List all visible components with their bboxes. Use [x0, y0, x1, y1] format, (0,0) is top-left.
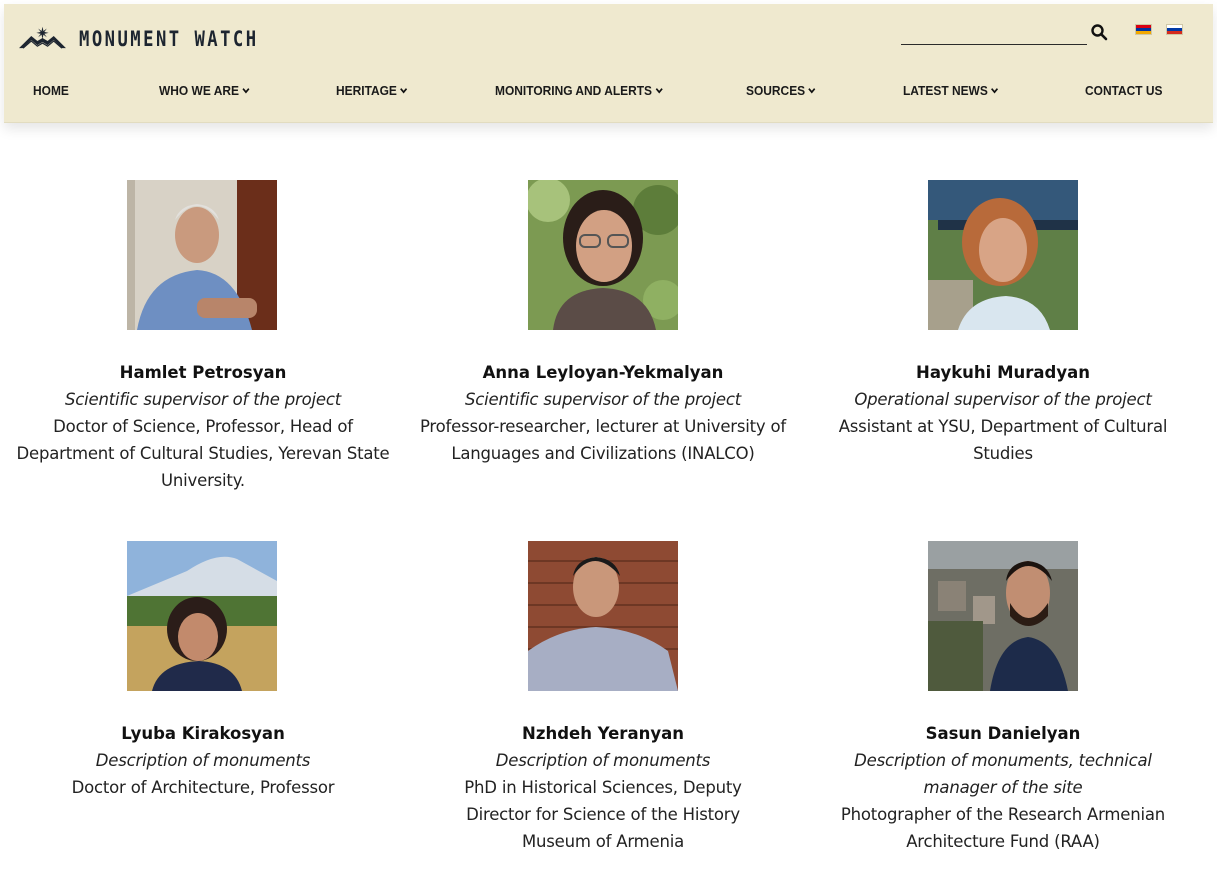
nav-sources[interactable]: SOURCES	[746, 83, 816, 98]
chevron-down-icon	[655, 88, 663, 94]
armenian-flag-icon[interactable]	[1135, 24, 1152, 35]
search-icon[interactable]	[1090, 23, 1108, 41]
member-role: Description of monuments	[95, 751, 311, 770]
chevron-down-icon	[808, 88, 816, 94]
portrait-image	[528, 180, 678, 330]
portrait-image	[928, 541, 1078, 691]
member-description: Assistant at YSU, Department of Cultural…	[838, 417, 1168, 463]
nav-home[interactable]: HOME	[33, 83, 69, 98]
chevron-down-icon	[242, 88, 250, 94]
member-name: Hamlet Petrosyan	[119, 363, 287, 382]
nav-latest-news[interactable]: LATEST NEWS	[903, 83, 999, 98]
nav-heritage[interactable]: HERITAGE	[336, 83, 408, 98]
team-photo-hamlet-petrosyan	[127, 180, 277, 330]
member-description: Professor-researcher, lecturer at Univer…	[419, 417, 787, 463]
team-card: Lyuba Kirakosyan Description of monument…	[3, 720, 403, 801]
nav-who-we-are-label: WHO WE ARE	[159, 83, 239, 98]
site-header: MONUMENT WATCH HOME WHO WE ARE HERITAGE …	[4, 4, 1213, 123]
nav-home-label: HOME	[33, 83, 69, 98]
monument-watch-logo-icon	[19, 26, 66, 49]
member-name: Lyuba Kirakosyan	[121, 724, 285, 743]
chevron-down-icon	[400, 88, 408, 94]
member-name: Haykuhi Muradyan	[916, 363, 1090, 382]
team-card: Anna Leyloyan-Yekmalyan Scientific super…	[403, 359, 803, 467]
main-nav: HOME WHO WE ARE HERITAGE MONITORING AND …	[4, 83, 1213, 103]
nav-who-we-are[interactable]: WHO WE ARE	[159, 83, 250, 98]
team-photo-anna-leyloyan-yekmalyan	[528, 180, 678, 330]
member-role: Scientific supervisor of the project	[65, 390, 341, 409]
chevron-down-icon	[991, 88, 999, 94]
member-description: Photographer of the Research Armenian Ar…	[840, 805, 1166, 851]
nav-heritage-label: HERITAGE	[336, 83, 397, 98]
nav-sources-label: SOURCES	[746, 83, 806, 98]
site-name: MONUMENT WATCH	[78, 27, 259, 51]
team-photo-nzhdeh-yeranyan	[528, 541, 678, 691]
nav-latest-news-label: LATEST NEWS	[903, 83, 988, 98]
nav-monitoring-label: MONITORING AND ALERTS	[495, 83, 653, 98]
nav-contact-us-label: CONTACT US	[1085, 83, 1163, 98]
member-role: Description of monuments	[495, 751, 711, 770]
team-card: Sasun Danielyan Description of monuments…	[803, 720, 1203, 855]
search-input[interactable]	[901, 44, 1087, 45]
nav-monitoring-and-alerts[interactable]: MONITORING AND ALERTS	[495, 83, 663, 98]
team-photo-haykuhi-muradyan	[928, 180, 1078, 330]
member-description: PhD in Historical Sciences, Deputy Direc…	[464, 778, 742, 851]
team-card: Hamlet Petrosyan Scientific supervisor o…	[3, 359, 403, 494]
team-photo-sasun-danielyan	[928, 541, 1078, 691]
member-name: Anna Leyloyan-Yekmalyan	[482, 363, 724, 382]
russian-flag-icon[interactable]	[1166, 24, 1183, 35]
member-description: Doctor of Architecture, Professor	[71, 778, 335, 797]
member-role: Operational supervisor of the project	[854, 390, 1152, 409]
member-role: Scientific supervisor of the project	[465, 390, 741, 409]
portrait-image	[928, 180, 1078, 330]
member-name: Sasun Danielyan	[925, 724, 1081, 743]
team-photo-lyuba-kirakosyan	[127, 541, 277, 691]
portrait-image	[127, 541, 277, 691]
team-card: Nzhdeh Yeranyan Description of monuments…	[403, 720, 803, 855]
member-role: Description of monuments, technical mana…	[854, 751, 1152, 797]
member-description: Doctor of Science, Professor, Head of De…	[16, 417, 390, 490]
portrait-image	[528, 541, 678, 691]
member-name: Nzhdeh Yeranyan	[522, 724, 684, 743]
nav-contact-us[interactable]: CONTACT US	[1085, 83, 1163, 98]
team-card: Haykuhi Muradyan Operational supervisor …	[803, 359, 1203, 467]
site-logo[interactable]: MONUMENT WATCH	[18, 13, 298, 65]
portrait-image	[127, 180, 277, 330]
